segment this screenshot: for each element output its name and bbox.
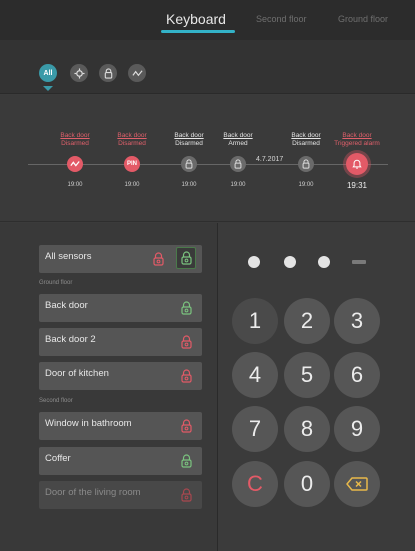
event-name: Back door bbox=[117, 132, 147, 139]
lock-icon bbox=[185, 159, 193, 169]
section-label-ground-floor: Ground floor bbox=[39, 280, 73, 286]
sensor-row[interactable]: Window in bathroom bbox=[39, 412, 202, 440]
tab-second-floor[interactable]: Second floor bbox=[256, 0, 307, 38]
timeline-event[interactable]: Back door Triggered alarm bbox=[327, 132, 387, 147]
key-5[interactable]: 5 bbox=[284, 352, 330, 398]
event-time: 19:00 bbox=[124, 182, 140, 188]
motion-icon bbox=[131, 69, 143, 76]
top-tab-bar: Keyboard Second floor Ground floor bbox=[0, 0, 415, 40]
filter-gear-button[interactable] bbox=[70, 64, 88, 82]
lock-icon[interactable] bbox=[181, 301, 192, 315]
sensor-label: All sensors bbox=[45, 251, 92, 262]
lock-icon[interactable] bbox=[181, 369, 192, 383]
gear-icon bbox=[73, 67, 85, 79]
event-time: 19:00 bbox=[298, 182, 314, 188]
event-time: 19:00 bbox=[181, 182, 197, 188]
section-label-second-floor: Second floor bbox=[39, 398, 73, 404]
pin-entered-dot bbox=[284, 256, 296, 268]
event-node[interactable] bbox=[181, 156, 197, 172]
timeline-date: 4.7.2017 bbox=[256, 156, 284, 163]
filter-lock-button[interactable] bbox=[99, 64, 117, 82]
event-name: Back door bbox=[60, 132, 90, 139]
key-1[interactable]: 1 bbox=[232, 298, 278, 344]
lock-icon[interactable] bbox=[181, 335, 192, 349]
event-node[interactable] bbox=[230, 156, 246, 172]
lock-icon bbox=[181, 251, 192, 265]
sensor-row[interactable]: Door of kitchen bbox=[39, 362, 202, 390]
key-6[interactable]: 6 bbox=[334, 352, 380, 398]
timeline-event[interactable]: Back door Armed bbox=[208, 132, 268, 147]
event-name: Back door bbox=[223, 132, 253, 139]
key-7[interactable]: 7 bbox=[232, 406, 278, 452]
sensor-label: Back door bbox=[45, 300, 88, 311]
sensor-row[interactable]: Back door 2 bbox=[39, 328, 202, 356]
pin-empty-slot bbox=[352, 260, 366, 264]
sensor-row-all[interactable]: All sensors bbox=[39, 245, 202, 273]
alarm-icon bbox=[352, 159, 362, 169]
key-9[interactable]: 9 bbox=[334, 406, 380, 452]
sensor-row[interactable]: Door of the living room bbox=[39, 481, 202, 509]
event-node[interactable]: PIN bbox=[124, 156, 140, 172]
filter-all-button[interactable]: All bbox=[39, 64, 57, 82]
sensor-label: Coffer bbox=[45, 453, 71, 464]
lock-icon[interactable] bbox=[153, 252, 164, 266]
key-backspace[interactable] bbox=[334, 461, 380, 507]
key-2[interactable]: 2 bbox=[284, 298, 330, 344]
lock-icon bbox=[302, 159, 310, 169]
event-state: Disarmed bbox=[118, 140, 146, 147]
lock-toggle[interactable] bbox=[176, 247, 196, 269]
event-time: 19:00 bbox=[230, 182, 246, 188]
pin-entered-dot bbox=[318, 256, 330, 268]
event-state: Disarmed bbox=[61, 140, 89, 147]
sensor-label: Door of the living room bbox=[45, 487, 141, 498]
pin-badge: PIN bbox=[126, 161, 137, 167]
key-8[interactable]: 8 bbox=[284, 406, 330, 452]
timeline-event[interactable]: Back door Disarmed bbox=[102, 132, 162, 147]
sensor-label: Window in bathroom bbox=[45, 418, 132, 429]
sensor-label: Back door 2 bbox=[45, 334, 96, 345]
event-time: 19:31 bbox=[346, 181, 368, 190]
sensor-label: Door of kitchen bbox=[45, 368, 109, 379]
lock-icon[interactable] bbox=[181, 488, 192, 502]
event-node[interactable] bbox=[298, 156, 314, 172]
lock-icon bbox=[104, 67, 112, 79]
filter-selected-indicator bbox=[43, 86, 53, 91]
backspace-icon bbox=[346, 477, 368, 491]
key-3[interactable]: 3 bbox=[334, 298, 380, 344]
lock-icon[interactable] bbox=[181, 454, 192, 468]
active-tab-indicator bbox=[161, 30, 235, 33]
tab-ground-floor[interactable]: Ground floor bbox=[338, 0, 388, 38]
filter-bar: All bbox=[0, 40, 415, 94]
event-node-current[interactable] bbox=[346, 153, 368, 175]
event-name: Back door bbox=[342, 132, 372, 139]
motion-icon bbox=[70, 161, 80, 167]
lock-icon bbox=[234, 159, 242, 169]
key-0[interactable]: 0 bbox=[284, 461, 330, 507]
sensor-row[interactable]: Back door bbox=[39, 294, 202, 322]
lock-icon[interactable] bbox=[181, 419, 192, 433]
event-time: 19:00 bbox=[67, 182, 83, 188]
filter-motion-button[interactable] bbox=[128, 64, 146, 82]
pin-entered-dot bbox=[248, 256, 260, 268]
sensor-row[interactable]: Coffer bbox=[39, 447, 202, 475]
event-node[interactable] bbox=[67, 156, 83, 172]
filter-all-label: All bbox=[43, 69, 53, 77]
event-state: Armed bbox=[228, 140, 248, 147]
event-state: Triggered alarm bbox=[334, 140, 380, 147]
timeline-event[interactable]: Back door Disarmed bbox=[45, 132, 105, 147]
key-clear[interactable]: C bbox=[232, 461, 278, 507]
key-4[interactable]: 4 bbox=[232, 352, 278, 398]
